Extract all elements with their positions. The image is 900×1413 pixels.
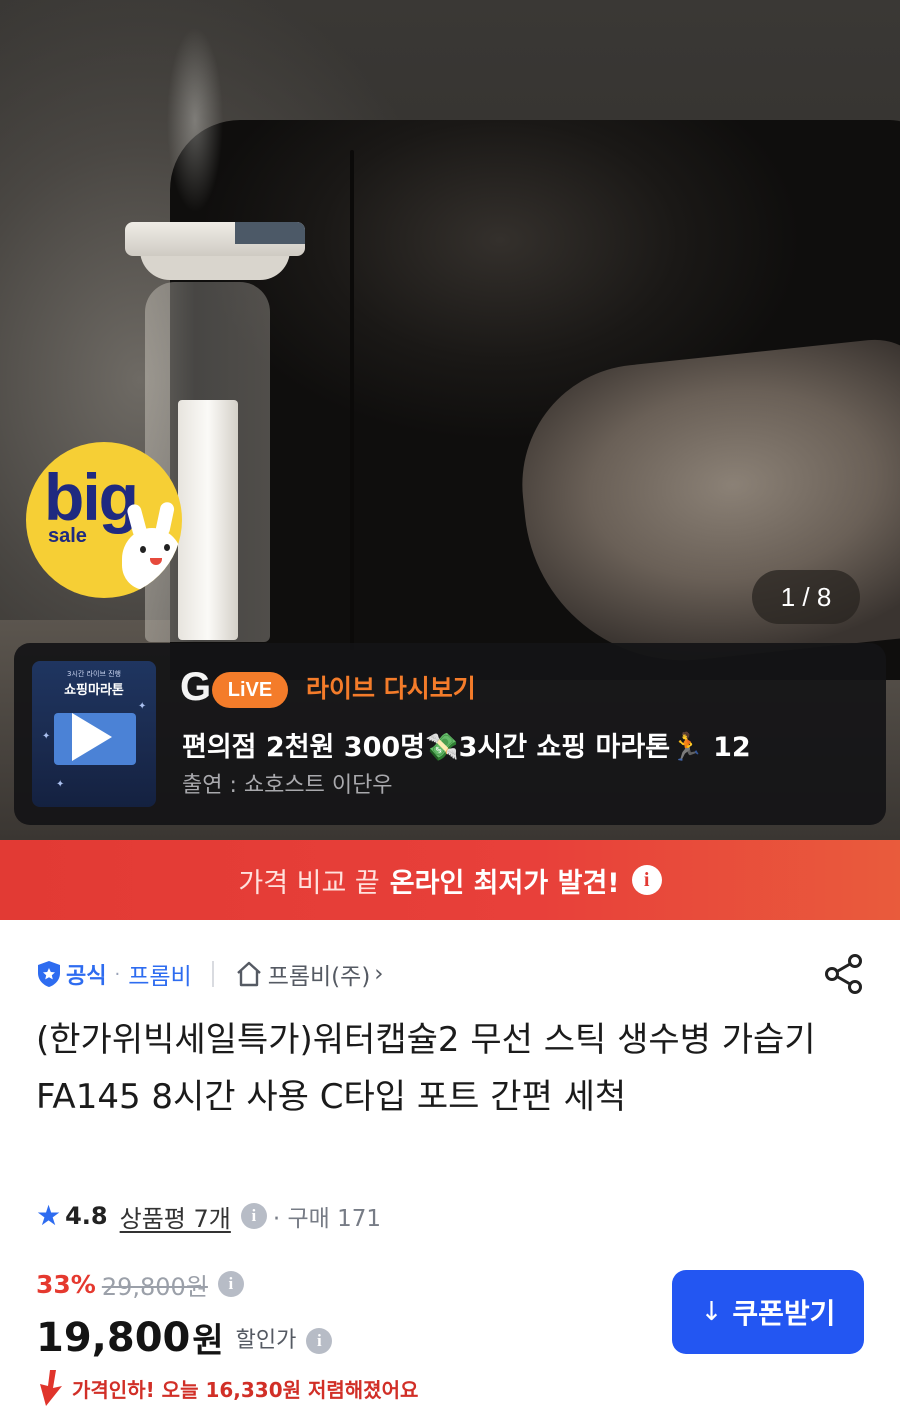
lowest-price-banner[interactable]: 가격 비교 끝 온라인 최저가 발견! i: [0, 840, 900, 920]
sale-price: 19,800: [36, 1315, 191, 1361]
brand-link[interactable]: 프롬비: [128, 957, 191, 991]
separator-dot: ·: [114, 963, 121, 985]
price-drop-notice: 가격인하! 오늘 16,330원 저렴해졌어요: [36, 1368, 418, 1408]
rating-row: ★ 4.8 상품평 7개 i · 구매 171: [36, 1196, 381, 1236]
official-label: 공식: [66, 964, 107, 989]
image-pager: 1 / 8: [752, 570, 860, 624]
glive-g-logo: G: [180, 665, 212, 709]
sparkle-icon: ✦: [138, 701, 147, 712]
banner-prefix: 가격 비교 끝: [238, 867, 380, 899]
get-coupon-button[interactable]: ↓ 쿠폰받기: [672, 1270, 864, 1354]
discount-row: 33% 29,800원 i: [36, 1266, 244, 1302]
live-pill-badge: LiVE: [212, 672, 288, 708]
live-guest: 출연 : 쇼호스트 이단우: [182, 773, 393, 798]
live-thumbnail[interactable]: 3시간 라이브 진행 쇼핑마라톤 ✦ ✦ ✦: [32, 661, 156, 807]
play-icon[interactable]: [72, 713, 112, 761]
info-icon[interactable]: i: [306, 1328, 333, 1354]
mist-image: [160, 0, 230, 230]
official-shield-icon: [36, 960, 62, 988]
sparkle-icon: ✦: [42, 731, 51, 742]
rating-value: 4.8: [65, 1202, 108, 1230]
humidifier-cap-accent: [235, 222, 305, 244]
purchase-count: · 구매 171: [272, 1206, 381, 1232]
badge-big-text: big: [44, 460, 139, 534]
live-replay-card[interactable]: 3시간 라이브 진행 쇼핑마라톤 ✦ ✦ ✦ G LiVE 라이브 다시보기 편…: [14, 643, 886, 825]
seller-row: 공식 · 프롬비 프롬비(주) ›: [36, 954, 384, 994]
store-home-icon: [236, 961, 261, 987]
product-title: (한가위빅세일특가)워터캡슐2 무선 스틱 생수병 가습기 FA145 8시간 …: [36, 1020, 816, 1117]
thumbnail-title: 쇼핑마라톤: [64, 683, 124, 698]
coupon-button-label: 쿠폰받기: [732, 1297, 836, 1330]
review-count-link[interactable]: 상품평 7개: [120, 1199, 231, 1234]
product-image-carousel[interactable]: big sale 1 / 8 3시간 라이브 진행 쇼핑마라톤 ✦ ✦ ✦ G …: [0, 0, 900, 840]
price-drop-arrow-icon: [40, 1370, 62, 1406]
big-sale-badge: big sale: [26, 442, 182, 598]
price-drop-text: 가격인하! 오늘 16,330원 저렴해졌어요: [72, 1377, 419, 1402]
star-icon: ★: [36, 1199, 62, 1232]
live-replay-label[interactable]: 라이브 다시보기: [306, 669, 476, 705]
bunny-eye-icon: [164, 544, 170, 551]
banner-strong-text: 온라인 최저가 발견!: [389, 867, 620, 899]
sale-price-unit: 원: [192, 1321, 224, 1361]
badge-sale-text: sale: [48, 525, 87, 547]
sale-price-row: 19,800 원 할인가 i: [36, 1304, 333, 1361]
sale-price-label: 할인가: [235, 1328, 297, 1353]
download-icon: ↓: [700, 1297, 723, 1327]
divider: [211, 961, 214, 987]
live-title[interactable]: 편의점 2천원 300명💸3시간 쇼핑 마라톤🏃 12: [182, 725, 751, 764]
sofa-seam: [350, 150, 354, 650]
chevron-right-icon[interactable]: ›: [374, 961, 383, 987]
info-icon[interactable]: i: [240, 1203, 267, 1229]
sparkle-icon: ✦: [56, 779, 65, 790]
store-link[interactable]: 프롬비(주): [268, 957, 371, 991]
humidifier-stick-image: [178, 400, 238, 640]
share-icon[interactable]: [822, 952, 866, 996]
original-price: 29,800원: [101, 1272, 208, 1301]
discount-percent: 33%: [36, 1269, 96, 1299]
thumbnail-subtitle: 3시간 라이브 진행: [67, 670, 121, 678]
info-icon[interactable]: i: [217, 1271, 244, 1297]
bunny-eye-icon: [140, 546, 146, 553]
info-icon[interactable]: i: [631, 865, 662, 895]
